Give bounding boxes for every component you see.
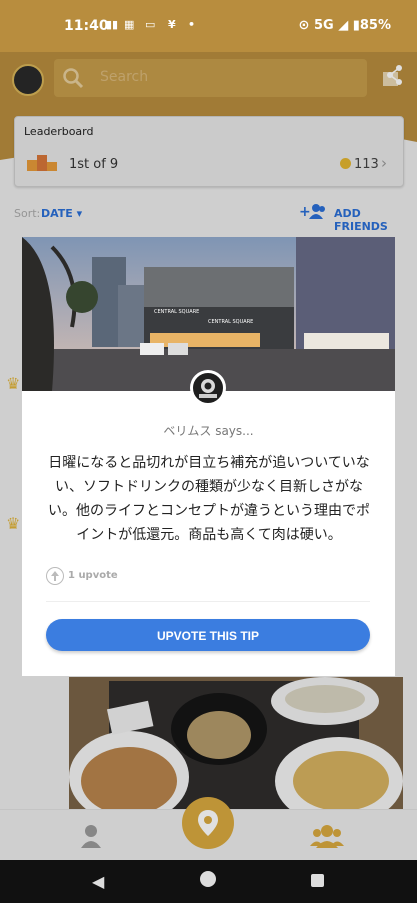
- tip-author-avatar: [190, 370, 226, 406]
- tip-author-says: ベリムス says...: [163, 424, 254, 438]
- upvote-arrow-icon[interactable]: [46, 567, 64, 585]
- notification-icon: ▮▮: [106, 18, 119, 31]
- camera-avatar-icon: [199, 379, 217, 398]
- notification-icon: ¥: [168, 18, 176, 31]
- status-time: 11:40: [64, 18, 109, 34]
- battery-label: 85%: [359, 18, 391, 33]
- notification-icon: ▦: [124, 18, 135, 31]
- system-nav-bar: ◀: [0, 860, 417, 903]
- photo-sign: CENTRAL SQUARE: [154, 309, 199, 315]
- more-notifications-icon: •: [188, 18, 196, 31]
- home-icon[interactable]: [200, 871, 216, 887]
- tip-modal: ベリムス says... 日曜になると品切れが目立ち補充が追いついていない、ソフ…: [22, 391, 395, 676]
- battery-icon: ▮: [352, 18, 360, 33]
- tip-modal-photo: CENTRAL SQUARE CENTRAL SQUARE: [22, 237, 395, 391]
- network-label: 5G: [313, 18, 334, 33]
- upvote-tip-button[interactable]: UPVOTE THIS TIP: [46, 619, 370, 651]
- status-bar: 11:40 ▮▮ ▦ ▭ ¥ • ⊙ 5G ◢ ▮85%: [0, 0, 417, 52]
- upvote-count: 1 upvote: [68, 570, 118, 581]
- divider: [46, 601, 370, 602]
- recents-icon[interactable]: [311, 874, 324, 887]
- photo-sign: CENTRAL SQUARE: [208, 319, 253, 325]
- status-right: ⊙ 5G ◢ ▮85%: [299, 18, 392, 33]
- notification-icon: ▭: [145, 18, 156, 31]
- tip-text: 日曜になると品切れが目立ち補充が追いついていない、ソフトドリンクの種類が少なく目…: [48, 455, 370, 543]
- signal-icon: ◢: [338, 18, 349, 33]
- street-photo: CENTRAL SQUARE CENTRAL SQUARE: [22, 237, 395, 391]
- alarm-icon: ⊙: [298, 18, 310, 33]
- back-icon[interactable]: ◀: [92, 872, 104, 891]
- arrow-up-icon: [51, 571, 59, 581]
